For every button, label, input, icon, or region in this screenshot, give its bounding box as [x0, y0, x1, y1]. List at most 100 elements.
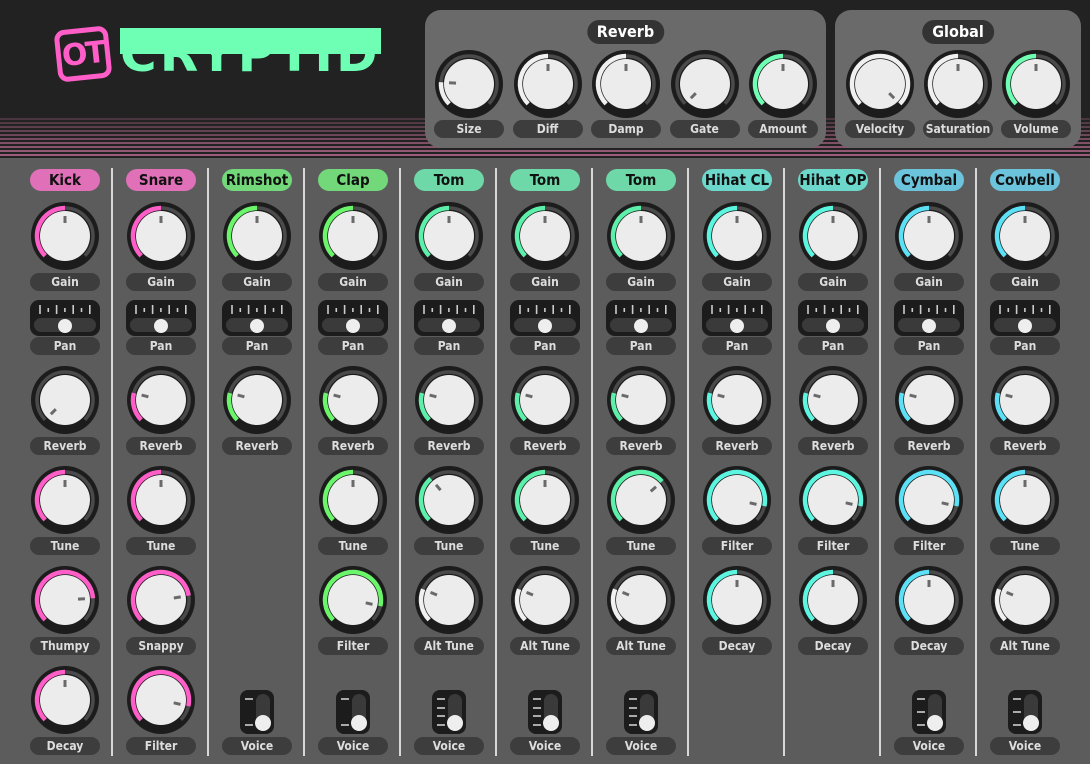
- reverb-gate-knob[interactable]: [670, 49, 740, 119]
- pan-slider[interactable]: [990, 300, 1060, 336]
- voice-position-mark: [437, 706, 445, 709]
- kick-gain-knob[interactable]: [30, 201, 100, 271]
- reverb-damp-knob[interactable]: [591, 49, 661, 119]
- pan-thumb[interactable]: [922, 319, 936, 333]
- hihat-cl-gain-knob[interactable]: [702, 201, 772, 271]
- hihat-op-filter-knob[interactable]: [798, 465, 868, 535]
- voice-label: Voice: [606, 737, 676, 755]
- voice-thumb[interactable]: [255, 715, 271, 731]
- cymbal-gain-knob[interactable]: [894, 201, 964, 271]
- rimshot-gain-knob[interactable]: [222, 201, 292, 271]
- channel-title: Rimshot: [222, 169, 292, 191]
- global-velocity-knob[interactable]: [845, 49, 915, 119]
- kick-tune-knob[interactable]: [30, 465, 100, 535]
- hihat-cl-reverb-knob[interactable]: [702, 365, 772, 435]
- pan-slider[interactable]: [222, 300, 292, 336]
- snare-reverb-knob[interactable]: [126, 365, 196, 435]
- channel-title: Tom: [510, 169, 580, 191]
- pan-thumb[interactable]: [826, 319, 840, 333]
- global-saturation-knob[interactable]: [923, 49, 993, 119]
- voice-switch[interactable]: [432, 690, 466, 734]
- pan-thumb[interactable]: [730, 319, 744, 333]
- knob-face: [904, 375, 954, 425]
- hihat-op-reverb-knob[interactable]: [798, 365, 868, 435]
- tom-tune-knob[interactable]: [510, 465, 580, 535]
- kick-decay-knob[interactable]: [30, 665, 100, 735]
- cowbell-gain-knob[interactable]: [990, 201, 1060, 271]
- voice-switch[interactable]: [624, 690, 658, 734]
- voice-switch[interactable]: [528, 690, 562, 734]
- tom-tune-knob[interactable]: [414, 465, 484, 535]
- pan-thumb[interactable]: [346, 319, 360, 333]
- pan-slider[interactable]: [702, 300, 772, 336]
- clap-tune-knob[interactable]: [318, 465, 388, 535]
- voice-switch[interactable]: [912, 690, 946, 734]
- kick-reverb-knob[interactable]: [30, 365, 100, 435]
- pan-slider[interactable]: [606, 300, 676, 336]
- cymbal-reverb-knob[interactable]: [894, 365, 964, 435]
- reverb-amount-knob[interactable]: [748, 49, 818, 119]
- pan-thumb[interactable]: [538, 319, 552, 333]
- pan-thumb[interactable]: [58, 319, 72, 333]
- voice-thumb[interactable]: [639, 715, 655, 731]
- voice-thumb[interactable]: [1023, 715, 1039, 731]
- voice-switch[interactable]: [1008, 690, 1042, 734]
- snare-filter-knob[interactable]: [126, 665, 196, 735]
- snare-gain-knob[interactable]: [126, 201, 196, 271]
- kick-thumpy-knob[interactable]: [30, 565, 100, 635]
- tom-gain-knob[interactable]: [510, 201, 580, 271]
- voice-thumb[interactable]: [447, 715, 463, 731]
- cymbal-decay-knob[interactable]: [894, 565, 964, 635]
- cowbell-tune-knob[interactable]: [990, 465, 1060, 535]
- pan-thumb[interactable]: [634, 319, 648, 333]
- tom-gain-knob[interactable]: [414, 201, 484, 271]
- pan-thumb[interactable]: [442, 319, 456, 333]
- snare-tune-knob[interactable]: [126, 465, 196, 535]
- tom-reverb-knob[interactable]: [414, 365, 484, 435]
- pan-slider[interactable]: [894, 300, 964, 336]
- snare-snappy-knob[interactable]: [126, 565, 196, 635]
- hihat-cl-decay-knob[interactable]: [702, 565, 772, 635]
- knob-pointer: [525, 393, 533, 399]
- tom-reverb-knob[interactable]: [510, 365, 580, 435]
- channel-strip-rimshot: Rimshot Gain Reverb Pan Voice: [210, 164, 304, 764]
- cymbal-filter-knob[interactable]: [894, 465, 964, 535]
- voice-switch[interactable]: [240, 690, 274, 734]
- pan-slider[interactable]: [798, 300, 868, 336]
- tom-alt-tune-knob[interactable]: [510, 565, 580, 635]
- tom-tune-knob[interactable]: [606, 465, 676, 535]
- clap-filter-knob[interactable]: [318, 565, 388, 635]
- tom-gain-knob[interactable]: [606, 201, 676, 271]
- clap-reverb-knob[interactable]: [318, 365, 388, 435]
- pan-slider[interactable]: [414, 300, 484, 336]
- voice-position-mark: [917, 698, 925, 700]
- voice-thumb[interactable]: [351, 715, 367, 731]
- cowbell-alt-tune-knob[interactable]: [990, 565, 1060, 635]
- tom-alt-tune-knob[interactable]: [414, 565, 484, 635]
- reverb-diff-knob[interactable]: [513, 49, 583, 119]
- voice-switch[interactable]: [336, 690, 370, 734]
- knob-face: [520, 575, 570, 625]
- voice-position-mark: [533, 724, 541, 726]
- pan-thumb[interactable]: [250, 319, 264, 333]
- tom-alt-tune-knob[interactable]: [606, 565, 676, 635]
- hihat-cl-filter-knob[interactable]: [702, 465, 772, 535]
- reverb-size-knob[interactable]: [434, 49, 504, 119]
- hihat-op-decay-knob[interactable]: [798, 565, 868, 635]
- tom-reverb-knob[interactable]: [606, 365, 676, 435]
- pan-thumb[interactable]: [1018, 319, 1032, 333]
- pan-thumb[interactable]: [154, 319, 168, 333]
- pan-slider[interactable]: [30, 300, 100, 336]
- pan-slider[interactable]: [318, 300, 388, 336]
- voice-thumb[interactable]: [543, 715, 559, 731]
- clap-gain-knob[interactable]: [318, 201, 388, 271]
- voice-thumb[interactable]: [927, 715, 943, 731]
- pan-slider[interactable]: [510, 300, 580, 336]
- global-volume-knob[interactable]: [1001, 49, 1071, 119]
- pan-label: Pan: [894, 337, 964, 355]
- knob-pointer: [813, 393, 821, 399]
- pan-slider[interactable]: [126, 300, 196, 336]
- hihat-op-gain-knob[interactable]: [798, 201, 868, 271]
- cowbell-reverb-knob[interactable]: [990, 365, 1060, 435]
- rimshot-reverb-knob[interactable]: [222, 365, 292, 435]
